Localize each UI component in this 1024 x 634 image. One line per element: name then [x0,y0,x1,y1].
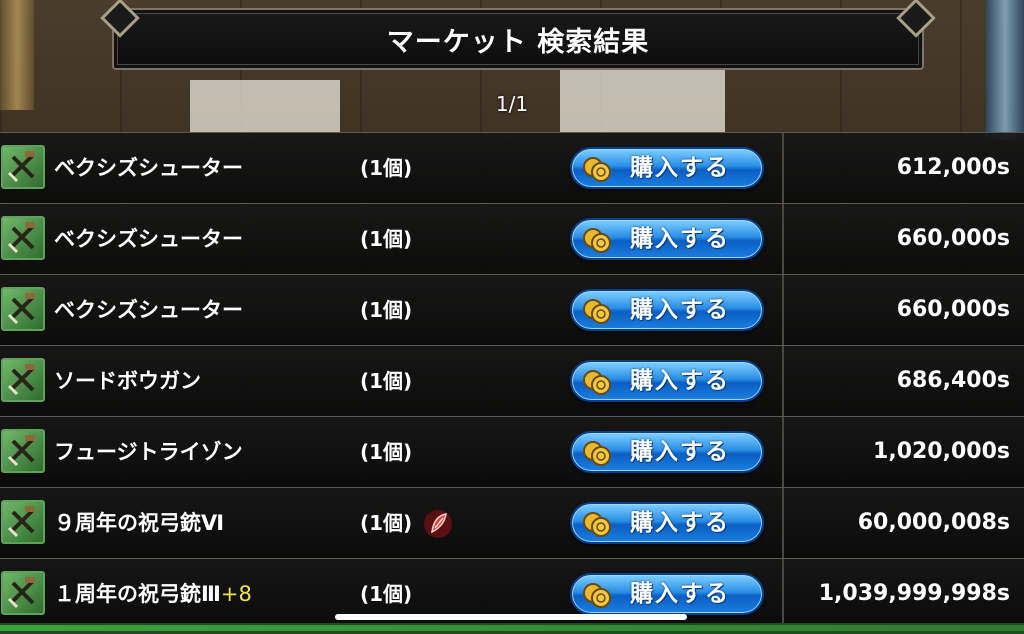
item-name: ベクシズシューター [54,227,243,251]
listing-row: フュージトライゾン (1個) 購入する 1,020,000s [0,416,1024,487]
item-name: ９周年の祝弓銃Ⅵ [54,511,225,535]
item-quantity: (1個) [360,511,413,535]
coin-icon [583,228,611,253]
coin-icon [583,441,611,466]
item-name: フュージトライゾン [54,440,243,464]
buy-button[interactable]: 購入する [570,431,764,473]
page-title: マーケット 検索結果 [386,26,650,58]
item-name: ソードボウガン [54,369,201,393]
column-divider [782,488,784,558]
item-quantity: (1個) [360,227,413,251]
buy-button-label: 購入する [630,155,730,181]
bottom-gauge-fill [0,625,1024,631]
page-indicator: 1/1 [495,92,529,116]
item-quantity: (1個) [360,369,413,393]
bottom-gauge [0,623,1024,634]
listing-row: ベクシズシューター (1個) 購入する 660,000s [0,274,1024,345]
listing-row: ベクシズシューター (1個) 購入する 612,000s [0,132,1024,203]
item-name: ベクシズシューター [54,298,243,322]
red-gem-icon [424,510,452,538]
item-name: ベクシズシューター [54,156,243,180]
buy-button-label: 購入する [630,368,730,394]
buy-button[interactable]: 購入する [570,573,764,615]
coin-icon [583,512,611,537]
item-price: 612,000s [896,155,1010,180]
crossbow-icon [1,358,45,402]
item-quantity: (1個) [360,156,413,180]
crossbow-icon [1,500,45,544]
crossbow-icon [1,145,45,189]
crossbow-icon [1,429,45,473]
coin-icon [583,583,611,608]
column-divider [782,204,784,274]
column-divider [782,346,784,416]
buy-button-label: 購入する [630,510,730,536]
buy-button[interactable]: 購入する [570,289,764,331]
buy-button-label: 購入する [630,297,730,323]
background-pillar-right [986,0,1024,140]
column-divider [782,417,784,487]
listing-row: ソードボウガン (1個) 購入する 686,400s [0,345,1024,416]
buy-button[interactable]: 購入する [570,147,764,189]
crossbow-icon [1,216,45,260]
item-price: 60,000,008s [857,510,1010,535]
column-divider [782,559,784,629]
item-price: 1,039,999,998s [818,581,1010,606]
buy-button[interactable]: 購入する [570,502,764,544]
item-name: １周年の祝弓銃Ⅲ+8 [54,582,252,606]
column-divider [782,133,784,203]
item-price: 1,020,000s [873,439,1010,464]
coin-icon [583,299,611,324]
column-divider [782,275,784,345]
coin-icon [583,370,611,395]
home-indicator[interactable] [335,614,687,620]
enhance-level: +8 [220,582,252,606]
item-price: 660,000s [896,226,1010,251]
item-quantity: (1個) [360,440,413,464]
crossbow-icon [1,571,45,615]
crossbow-icon [1,287,45,331]
buy-button-label: 購入する [630,226,730,252]
listing-row: ９周年の祝弓銃Ⅵ (1個) 購入する 60,000,008s [0,487,1024,558]
listing-list: ベクシズシューター (1個) 購入する 612,000s ベクシズシューター (… [0,132,1024,629]
item-price: 686,400s [896,368,1010,393]
listing-row: ベクシズシューター (1個) 購入する 660,000s [0,203,1024,274]
title-bar: マーケット 検索結果 [112,8,924,70]
item-quantity: (1個) [360,298,413,322]
buy-button-label: 購入する [630,439,730,465]
buy-button-label: 購入する [630,581,730,607]
item-price: 660,000s [896,297,1010,322]
buy-button[interactable]: 購入する [570,218,764,260]
coin-icon [583,157,611,182]
buy-button[interactable]: 購入する [570,360,764,402]
